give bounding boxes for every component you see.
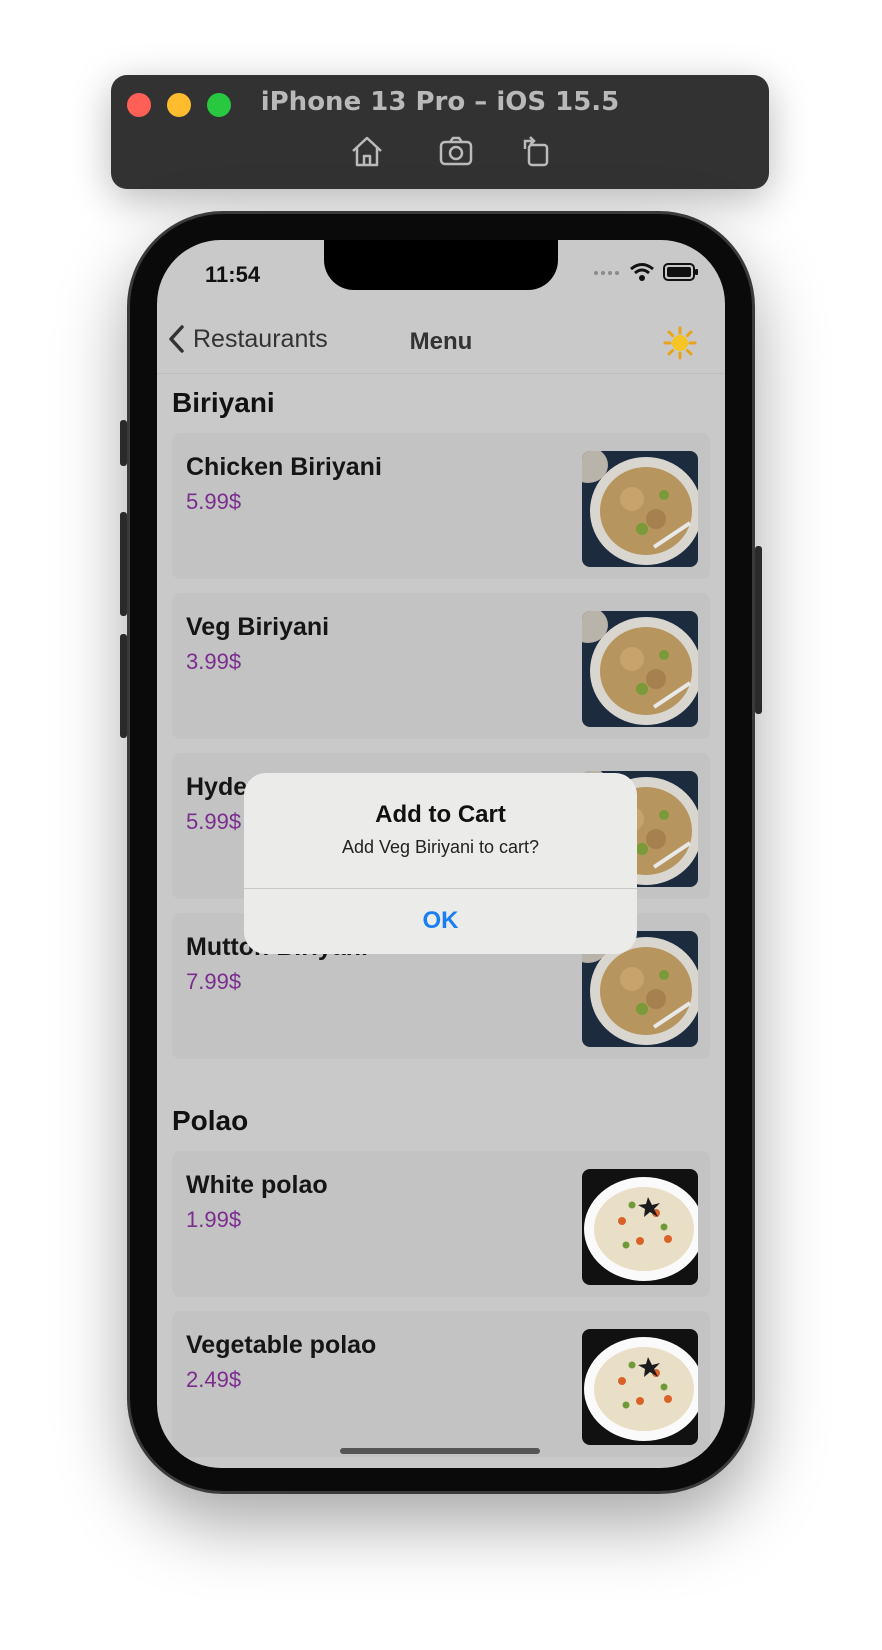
mute-switch — [120, 420, 127, 466]
section-title-polao: Polao — [172, 1105, 249, 1136]
polao-image — [582, 1169, 698, 1285]
signal-icon — [594, 271, 619, 275]
volume-up-button — [120, 512, 127, 616]
menu-item-price: 7.99$ — [186, 969, 242, 994]
page-title: Menu — [409, 328, 473, 355]
menu-item-card[interactable]: White polao 1.99$ — [172, 1151, 710, 1297]
alert-message: Add Veg Biriyani to cart? — [341, 837, 540, 857]
ok-button[interactable]: OK — [244, 888, 637, 954]
menu-item-price: 3.99$ — [186, 649, 242, 674]
add-to-cart-alert: Add to Cart Add Veg Biriyani to cart? OK — [244, 773, 637, 954]
menu-item-price: 5.99$ — [186, 809, 242, 834]
power-button — [755, 546, 762, 714]
menu-item-price: 5.99$ — [186, 489, 242, 514]
biriyani-image — [582, 611, 698, 727]
wifi-icon — [630, 263, 654, 281]
biriyani-image — [582, 451, 698, 567]
menu-item-price: 2.49$ — [186, 1367, 242, 1392]
home-icon[interactable] — [347, 133, 387, 169]
menu-item-card[interactable]: Veg Biriyani 3.99$ — [172, 593, 710, 739]
simulator-title: iPhone 13 Pro – iOS 15.5 — [260, 87, 620, 117]
notch — [324, 240, 558, 290]
status-time: 11:54 — [205, 262, 261, 287]
menu-item-name: White polao — [186, 1171, 328, 1199]
sun-icon[interactable] — [663, 326, 697, 360]
alert-title: Add to Cart — [375, 801, 506, 828]
menu-item-price: 1.99$ — [186, 1207, 242, 1232]
menu-item-name: Chicken Biriyani — [186, 453, 382, 481]
menu-item-name: Hyde — [186, 773, 248, 801]
rotate-icon[interactable] — [516, 133, 556, 169]
battery-icon — [663, 263, 698, 281]
menu-item-card[interactable]: Chicken Biriyani 5.99$ — [172, 433, 710, 579]
screenshot-icon[interactable] — [436, 133, 476, 169]
menu-item-name: Vegetable polao — [186, 1331, 377, 1359]
home-indicator[interactable] — [340, 1448, 540, 1454]
polao-image — [582, 1329, 698, 1445]
volume-down-button — [120, 634, 127, 738]
navigation-bar: Restaurants Menu — [157, 312, 725, 374]
menu-item-name: Veg Biriyani — [186, 613, 330, 641]
simulator-toolbar: iPhone 13 Pro – iOS 15.5 — [111, 75, 769, 189]
section-title-biriyani: Biriyani — [172, 387, 275, 418]
menu-item-card[interactable]: Vegetable polao 2.49$ — [172, 1311, 710, 1457]
status-icons — [593, 262, 699, 282]
